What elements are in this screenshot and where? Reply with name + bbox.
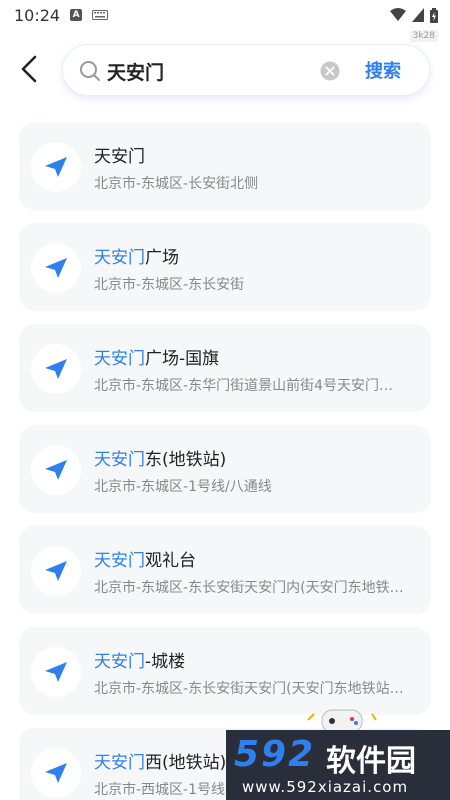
status-right [390,7,438,23]
item-icon-wrap [31,748,81,798]
item-icon-wrap [31,647,81,697]
navigation-arrow-icon [45,258,67,278]
list-item[interactable]: 天安门 北京市-东城区-长安街北侧 [19,122,431,210]
item-title-highlight: 天安门 [94,753,145,773]
item-icon-wrap [31,142,81,192]
network-speed-badge: 3k28 [409,30,438,42]
search-header: 搜索 [0,42,450,98]
item-icon-wrap [31,445,81,495]
item-title-highlight: 天安门 [94,551,145,571]
battery-icon [430,7,438,23]
item-title-rest: 东(地铁站) [145,450,227,470]
search-button[interactable]: 搜索 [365,57,401,83]
wifi-icon [390,8,406,21]
list-item[interactable]: 天安门广场 北京市-东城区-东长安街 [19,223,431,311]
clear-icon[interactable] [320,61,340,81]
item-address: 北京市-东城区-东长安街天安门(天安门东地铁站… [94,681,404,697]
watermark-banner: 592 软件园 www.592xiazai.com [226,730,450,800]
item-address: 北京市-东城区-长安街北侧 [94,176,259,192]
item-title-highlight: 天安门 [94,450,145,470]
item-title-rest: 天安门 [94,147,145,167]
search-input[interactable] [107,57,307,85]
notification-a-icon: A [70,9,83,21]
item-icon-wrap [31,344,81,394]
item-address: 北京市-东城区-1号线/八通线 [94,479,272,495]
navigation-arrow-icon [45,157,67,177]
navigation-arrow-icon [45,662,67,682]
signal-icon [412,8,424,22]
item-address: 北京市-东城区-东长安街天安门内(天安门东地铁… [94,580,404,596]
item-title: 天安门观礼台 [94,546,196,571]
item-title: 天安门广场-国旗 [94,344,219,369]
navigation-arrow-icon [45,561,67,581]
list-item[interactable]: 天安门广场-国旗 北京市-东城区-东华门街道景山前街4号天安门… [19,324,431,412]
item-address: 北京市-东城区-东华门街道景山前街4号天安门… [94,378,394,394]
item-title: 天安门西(地铁站) [94,748,226,773]
search-icon [80,61,100,81]
item-title-rest: 广场-国旗 [145,349,220,369]
item-title-rest: 广场 [145,248,179,268]
navigation-arrow-icon [45,460,67,480]
list-item[interactable]: 天安门东(地铁站) 北京市-东城区-1号线/八通线 [19,425,431,513]
watermark-url: www.592xiazai.com [242,778,409,796]
item-title: 天安门 [94,142,145,167]
item-title: 天安门东(地铁站) [94,445,226,470]
item-title: 天安门-城楼 [94,647,185,672]
item-title-highlight: 天安门 [94,652,145,672]
keyboard-icon [92,10,109,20]
status-bar: 10:24 A [0,0,450,30]
item-icon-wrap [31,243,81,293]
item-title-rest: -城楼 [145,652,186,672]
item-title-rest: 观礼台 [145,551,196,571]
item-title-highlight: 天安门 [94,248,145,268]
navigation-arrow-icon [45,359,67,379]
item-title: 天安门广场 [94,243,179,268]
list-item[interactable]: 天安门观礼台 北京市-东城区-东长安街天安门内(天安门东地铁… [19,526,431,614]
back-button[interactable] [14,54,44,84]
watermark-text: 软件园 [326,744,416,779]
chevron-left-icon [21,55,37,83]
watermark-logo: 592 [234,734,316,775]
status-time: 10:24 [14,5,61,25]
search-box[interactable]: 搜索 [62,44,430,96]
item-icon-wrap [31,546,81,596]
item-title-highlight: 天安门 [94,349,145,369]
item-address: 北京市-东城区-东长安街 [94,277,245,293]
navigation-arrow-icon [45,763,67,783]
result-list: 天安门 北京市-东城区-长安街北侧 天安门广场 北京市-东城区-东长安街 天安门… [19,122,431,800]
item-title-rest: 西(地铁站) [145,753,227,773]
